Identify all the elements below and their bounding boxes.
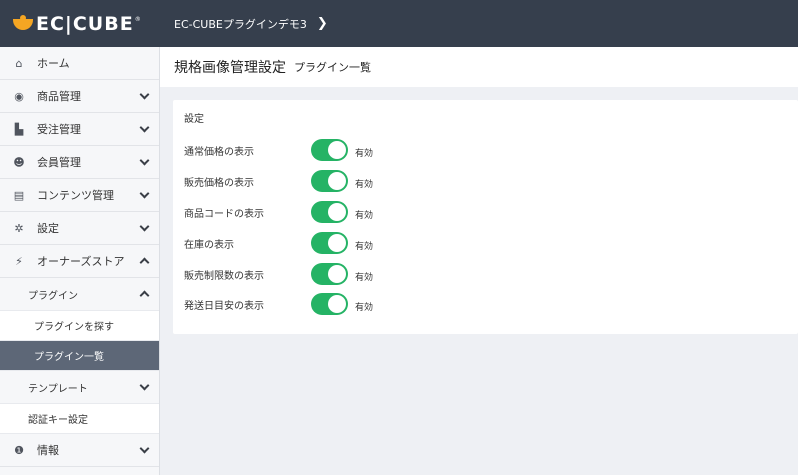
sidebar-item-auth-key[interactable]: 認証キー設定 <box>0 404 159 434</box>
sidebar-item-settings[interactable]: ✲ 設定 <box>0 212 159 245</box>
sidebar-item-plugin-list[interactable]: プラグイン一覧 <box>0 341 159 371</box>
toggle-switch[interactable] <box>311 139 348 161</box>
page-title: 規格画像管理設定 <box>174 60 286 76</box>
page-header: 規格画像管理設定 プラグイン一覧 <box>160 47 798 87</box>
file-icon: ▤ <box>13 188 25 202</box>
sidebar-item-orders[interactable]: ▙ 受注管理 <box>0 113 159 146</box>
settings-card: 設定 通常価格の表示 有効 販売価格の表示 有効 商品コードの表示 有効 在庫の… <box>173 100 798 334</box>
toggle-switch[interactable] <box>311 232 348 254</box>
chevron-down-icon <box>139 91 149 101</box>
sidebar-item-products[interactable]: ◉ 商品管理 <box>0 80 159 113</box>
sidebar-item-customers[interactable]: ☻ 会員管理 <box>0 146 159 179</box>
chevron-down-icon <box>139 445 149 455</box>
sidebar-item-template[interactable]: テンプレート <box>0 371 159 404</box>
toggle-state: 有効 <box>355 179 374 190</box>
users-icon: ☻ <box>13 155 25 169</box>
sidebar-item-label: ホーム <box>37 57 70 70</box>
sidebar-item-label: コンテンツ管理 <box>37 189 114 202</box>
setting-row: 通常価格の表示 有効 <box>184 138 373 162</box>
toggle-state: 有効 <box>355 210 374 221</box>
cart-icon: ▙ <box>14 122 24 136</box>
sidebar-item-label: 会員管理 <box>37 156 81 169</box>
sidebar-item-info[interactable]: ❶ 情報 <box>0 434 159 467</box>
plug-icon: ⚡ <box>15 254 23 268</box>
sidebar-item-label: 設定 <box>37 222 59 235</box>
shop-name-link[interactable]: EC-CUBEプラグインデモ3 <box>174 16 307 32</box>
sidebar-item-label: 認証キー設定 <box>28 415 88 426</box>
card-title: 設定 <box>184 114 204 125</box>
toggle-switch[interactable] <box>311 293 348 315</box>
logo-mark-icon <box>12 14 34 33</box>
sidebar-item-label: プラグインを探す <box>34 322 114 333</box>
chevron-down-icon <box>139 124 149 134</box>
toggle-state: 有効 <box>355 272 374 283</box>
page-subtitle: プラグイン一覧 <box>294 61 371 74</box>
sidebar-item-contents[interactable]: ▤ コンテンツ管理 <box>0 179 159 212</box>
setting-row: 商品コードの表示 有効 <box>184 200 373 224</box>
setting-label: 通常価格の表示 <box>184 146 254 158</box>
toggle-switch[interactable] <box>311 263 348 285</box>
chevron-right-icon[interactable]: ❯ <box>317 16 328 31</box>
chevron-down-icon <box>139 223 149 233</box>
home-icon: ⌂ <box>15 56 23 70</box>
setting-row: 発送日目安の表示 有効 <box>184 292 373 316</box>
sidebar-item-label: プラグイン一覧 <box>34 352 104 363</box>
logo-text: EC|CUBE <box>36 12 134 35</box>
setting-label: 販売制限数の表示 <box>184 270 264 282</box>
top-bar: EC|CUBE ® EC-CUBEプラグインデモ3 ❯ <box>0 0 798 47</box>
chevron-up-icon <box>139 256 149 266</box>
sidebar-item-plugin[interactable]: プラグイン <box>0 278 159 311</box>
sidebar-item-find-plugin[interactable]: プラグインを探す <box>0 311 159 341</box>
setting-label: 発送日目安の表示 <box>184 300 264 312</box>
toggle-state: 有効 <box>355 241 374 252</box>
toggle-switch[interactable] <box>311 170 348 192</box>
info-icon: ❶ <box>14 443 24 457</box>
setting-label: 販売価格の表示 <box>184 177 254 189</box>
sidebar: ⌂ ホーム ◉ 商品管理 ▙ 受注管理 ☻ 会員管理 ▤ コンテンツ管理 ✲ 設… <box>0 47 160 475</box>
gear-icon: ✲ <box>14 221 24 235</box>
sidebar-item-owners-store[interactable]: ⚡ オーナーズストア <box>0 245 159 278</box>
logo-registered-mark: ® <box>134 15 141 23</box>
chevron-down-icon <box>139 382 149 392</box>
cube-icon: ◉ <box>14 89 24 103</box>
setting-row: 在庫の表示 有効 <box>184 231 373 255</box>
sidebar-item-label: 商品管理 <box>37 90 81 103</box>
sidebar-item-label: 情報 <box>37 444 59 457</box>
setting-row: 販売制限数の表示 有効 <box>184 262 373 286</box>
chevron-down-icon <box>139 157 149 167</box>
setting-row: 販売価格の表示 有効 <box>184 169 373 193</box>
ec-cube-logo[interactable]: EC|CUBE ® <box>12 13 160 35</box>
sidebar-item-label: テンプレート <box>28 383 88 395</box>
chevron-up-icon <box>139 289 149 299</box>
sidebar-item-label: プラグイン <box>28 290 78 302</box>
toggle-switch[interactable] <box>311 201 348 223</box>
toggle-state: 有効 <box>355 148 374 159</box>
toggle-state: 有効 <box>355 302 374 313</box>
chevron-down-icon <box>139 190 149 200</box>
sidebar-item-home[interactable]: ⌂ ホーム <box>0 47 159 80</box>
setting-label: 在庫の表示 <box>184 239 234 251</box>
sidebar-item-label: オーナーズストア <box>37 255 125 268</box>
setting-label: 商品コードの表示 <box>184 208 264 220</box>
sidebar-item-label: 受注管理 <box>37 123 81 136</box>
